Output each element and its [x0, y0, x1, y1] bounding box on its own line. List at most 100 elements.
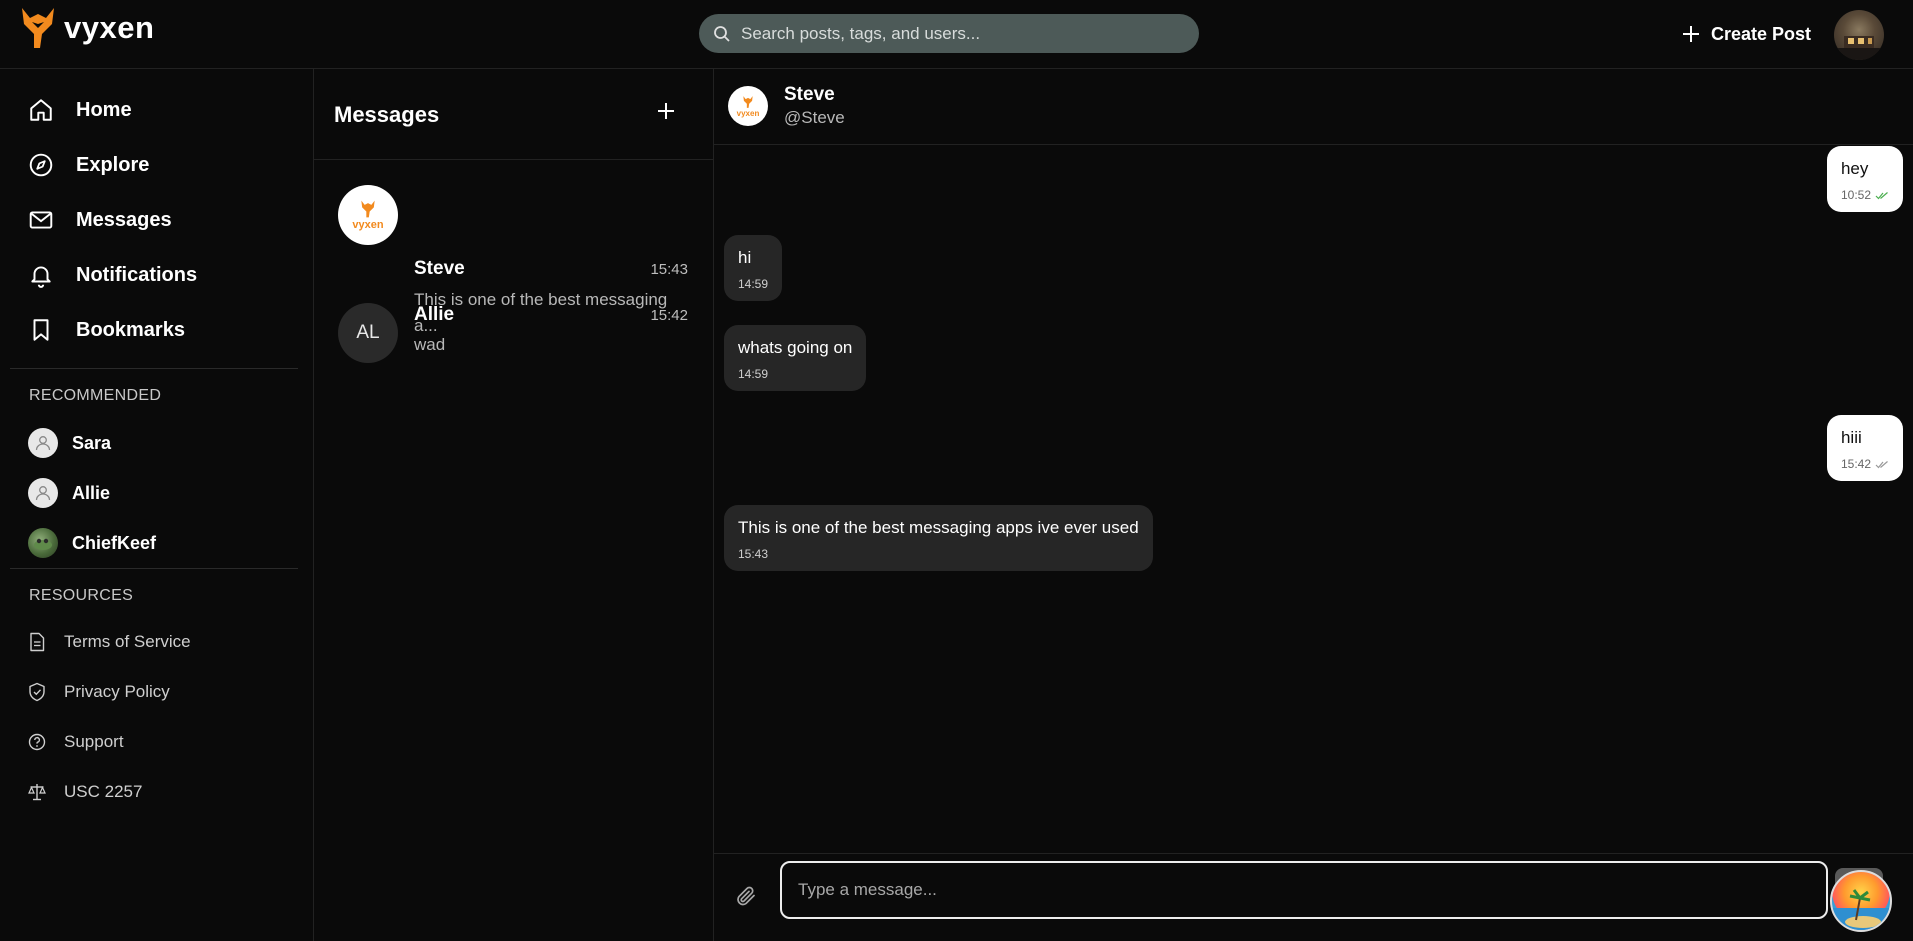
chat-contact-name: Steve	[784, 84, 835, 105]
avatar	[28, 478, 58, 508]
conversation-name: Steve	[414, 258, 465, 279]
nav-bookmarks-label: Bookmarks	[76, 318, 185, 341]
user-icon	[35, 486, 51, 501]
conversation-name: Allie	[414, 304, 455, 325]
new-message-button[interactable]	[656, 101, 676, 126]
user-icon	[35, 436, 51, 451]
nav-bookmarks[interactable]: Bookmarks	[28, 317, 185, 343]
message-text: hiii	[1840, 428, 1862, 447]
search-bar[interactable]	[699, 14, 1199, 53]
message-time: 15:43	[738, 547, 769, 561]
nav-messages-label: Messages	[76, 208, 172, 231]
nav-home-label: Home	[76, 98, 132, 121]
document-icon	[30, 632, 45, 652]
message-input[interactable]	[798, 880, 1798, 900]
profile-photo	[1834, 36, 1884, 60]
message-meta: 14:59	[738, 367, 852, 381]
resources-title: RESOURCES	[29, 587, 134, 604]
create-post-button[interactable]: Create Post	[1681, 18, 1811, 50]
left-sidebar: Home Explore Messages Notifications Book…	[0, 69, 314, 941]
resource-label: Privacy Policy	[64, 682, 170, 701]
home-icon	[30, 99, 52, 121]
resource-label: Support	[64, 732, 124, 751]
avatar: vyxen	[338, 185, 398, 245]
logo[interactable]: vyxen	[18, 4, 154, 52]
resource-support[interactable]: Support	[28, 732, 124, 752]
nav-notifications[interactable]: Notifications	[28, 262, 197, 288]
resource-label: Terms of Service	[64, 632, 191, 651]
chat-contact-handle: @Steve	[784, 108, 845, 127]
resource-privacy[interactable]: Privacy Policy	[28, 682, 170, 702]
floating-avatar-bubble[interactable]	[1830, 870, 1892, 932]
message-bubble-incoming: whats going on 14:59	[724, 325, 867, 391]
message-text: hi	[738, 248, 752, 267]
message-text: hey	[1840, 159, 1869, 178]
compass-icon	[29, 153, 53, 177]
mail-icon	[29, 211, 53, 229]
chat-panel: vyxen Steve @Steve hey 10:52 hi 14:59 wh…	[714, 69, 1913, 941]
plus-icon	[1683, 26, 1699, 42]
recommended-user-sara[interactable]: Sara	[28, 428, 111, 458]
fox-logo-icon	[22, 8, 54, 48]
attach-button[interactable]	[734, 884, 758, 913]
recommended-user-name: Allie	[72, 482, 111, 503]
message-bubble-outgoing: hey 10:52	[1826, 146, 1903, 212]
fox-logo-icon	[361, 200, 375, 218]
message-meta: 15:42	[1841, 457, 1889, 471]
sidebar-divider	[10, 568, 298, 569]
nav-notifications-label: Notifications	[76, 263, 198, 286]
message-time: 14:59	[738, 277, 769, 291]
search-icon	[714, 25, 730, 42]
help-circle-icon	[28, 733, 46, 751]
top-bar: vyxen Create Post	[0, 0, 1913, 69]
avatar	[28, 428, 58, 458]
avatar-logo-text: vyxen	[736, 108, 760, 118]
bookmark-icon	[33, 319, 49, 341]
nav-explore-label: Explore	[76, 153, 150, 176]
scale-icon	[28, 784, 46, 801]
message-meta: 14:59	[738, 277, 768, 291]
resource-terms[interactable]: Terms of Service	[28, 632, 191, 652]
message-time: 10:52	[1840, 188, 1871, 202]
app-root: vyxen Create Post	[0, 0, 1913, 941]
search-input[interactable]	[741, 23, 1181, 44]
avatar	[28, 528, 58, 558]
nav-messages[interactable]: Messages	[28, 207, 172, 233]
message-input-wrapper	[780, 861, 1828, 919]
logo-text: vyxen	[64, 10, 155, 45]
message-meta: 15:43	[738, 547, 1139, 561]
conversation-list-panel: Messages vyxen Steve 15:43 This is one o…	[314, 69, 714, 941]
bell-icon	[31, 266, 51, 288]
avatar: AL	[338, 303, 398, 363]
create-post-label: Create Post	[1711, 23, 1812, 44]
fox-logo-icon	[743, 95, 753, 108]
resource-usc2257[interactable]: USC 2257	[28, 782, 142, 802]
recommended-user-name: Sara	[72, 432, 112, 453]
chat-header: vyxen Steve @Steve	[714, 69, 1913, 145]
profile-avatar[interactable]	[1834, 10, 1884, 60]
recommended-user-chiefkeef[interactable]: ChiefKeef	[28, 528, 156, 558]
message-bubble-outgoing: hiii 15:42	[1826, 415, 1903, 481]
message-bubble-incoming: hi 14:59	[724, 235, 783, 301]
avatar-logo-text: vyxen	[352, 219, 384, 231]
nav-home[interactable]: Home	[28, 97, 132, 123]
conversation-item-steve[interactable]: vyxen Steve 15:43 This is one of the bes…	[314, 179, 714, 335]
message-text: This is one of the best messaging apps i…	[738, 518, 1139, 537]
plus-icon	[658, 103, 674, 119]
chat-avatar[interactable]: vyxen	[728, 86, 768, 126]
avatar-initials: AL	[356, 322, 380, 343]
messages-title: Messages	[334, 102, 440, 127]
conversation-item-allie[interactable]: AL Allie 15:42 wad	[314, 297, 714, 407]
message-composer	[714, 853, 1913, 941]
nav-explore[interactable]: Explore	[28, 152, 149, 178]
frog-photo	[34, 538, 52, 550]
conversation-time: 15:42	[650, 307, 688, 324]
recommended-user-name: ChiefKeef	[72, 532, 157, 553]
conversation-preview: wad	[414, 335, 446, 354]
message-text: whats going on	[738, 338, 853, 357]
recommended-user-allie[interactable]: Allie	[28, 478, 110, 508]
double-check-read-icon	[1875, 191, 1888, 199]
shield-icon	[29, 682, 45, 702]
paperclip-icon	[737, 886, 755, 906]
sidebar-divider	[10, 368, 298, 369]
